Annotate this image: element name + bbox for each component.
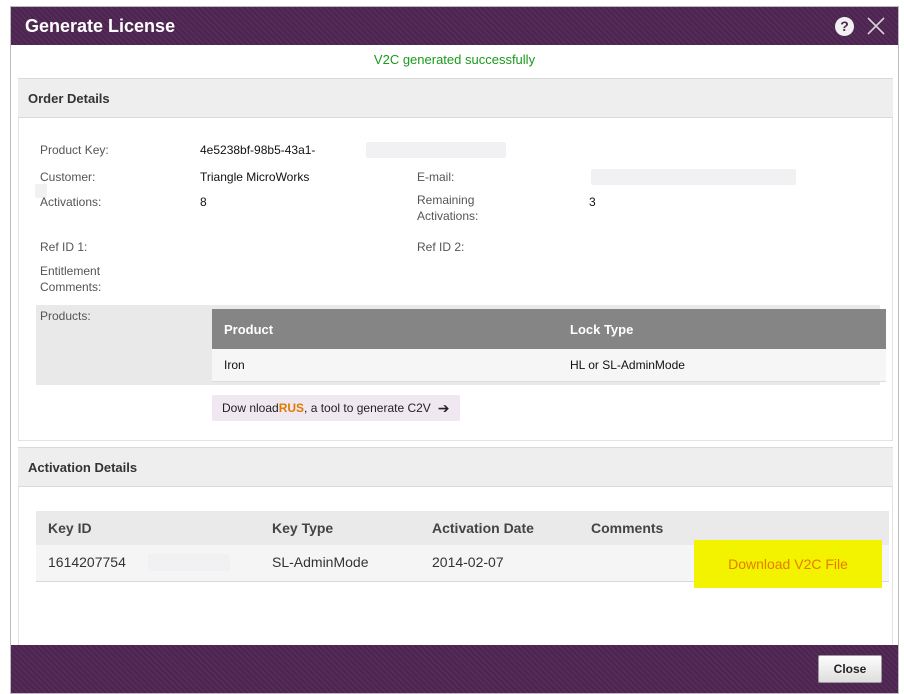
activation-date: 2014-02-07 bbox=[432, 554, 504, 570]
products-table: Product Lock Type Iron HL or SL-AdminMod… bbox=[212, 309, 886, 382]
entitlement-comments-label-line1: Entitlement bbox=[40, 264, 101, 278]
dialog-titlebar: Generate License ? bbox=[11, 7, 898, 45]
order-details-heading: Order Details bbox=[28, 91, 110, 106]
activation-details-heading: Activation Details bbox=[28, 460, 138, 475]
dialog-footer: Close bbox=[11, 645, 898, 693]
products-table-header: Product Lock Type bbox=[212, 309, 886, 349]
customer-label: Customer: bbox=[40, 170, 96, 184]
remaining-activations-value: 3 bbox=[589, 195, 596, 209]
table-row: 1614207754 SL-AdminMode 2014-02-07 Downl… bbox=[36, 540, 889, 588]
product-name: Iron bbox=[224, 358, 245, 372]
products-label: Products: bbox=[40, 309, 91, 323]
download-v2c-link[interactable]: Download V2C File bbox=[694, 540, 882, 588]
close-button[interactable]: Close bbox=[818, 655, 882, 683]
product-key-label: Product Key: bbox=[40, 143, 109, 157]
email-label: E-mail: bbox=[417, 170, 455, 184]
product-key-value: 4e5238bf-98b5-43a1- bbox=[200, 143, 316, 157]
download-rus-prefix: Dow nload bbox=[222, 401, 279, 415]
remaining-activations-label-line2: Activations: bbox=[417, 209, 479, 223]
close-icon[interactable] bbox=[864, 14, 888, 38]
download-rus-link[interactable]: Dow nload RUS , a tool to generate C2V ➔ bbox=[212, 395, 460, 421]
lock-type: HL or SL-AdminMode bbox=[570, 358, 685, 372]
status-message: V2C generated successfully bbox=[373, 52, 536, 67]
activations-value: 8 bbox=[200, 195, 207, 209]
ref-id2-label: Ref ID 2: bbox=[417, 240, 465, 254]
column-header-comments: Comments bbox=[591, 520, 664, 536]
remaining-activations-label-line1: Remaining bbox=[417, 193, 475, 207]
order-details-header: Order Details bbox=[18, 78, 893, 118]
activations-label: Activations: bbox=[40, 195, 102, 209]
order-details-body bbox=[18, 118, 893, 441]
redacted-key-id bbox=[148, 554, 230, 571]
arrow-right-icon: ➔ bbox=[437, 399, 450, 416]
activation-table: Key ID Key Type Activation Date Comments… bbox=[36, 511, 889, 588]
redacted-product-key bbox=[366, 142, 506, 158]
column-header-activation-date: Activation Date bbox=[432, 520, 534, 536]
download-rus-suffix: , a tool to generate C2V bbox=[304, 401, 431, 415]
key-id: 1614207754 bbox=[48, 554, 126, 570]
rus-link[interactable]: RUS bbox=[279, 401, 304, 415]
key-type: SL-AdminMode bbox=[272, 554, 369, 570]
column-header-lock-type: Lock Type bbox=[570, 322, 634, 337]
column-header-product: Product bbox=[224, 322, 274, 337]
ref-id1-label: Ref ID 1: bbox=[40, 240, 88, 254]
column-header-key-id: Key ID bbox=[48, 520, 92, 536]
generate-license-dialog: Generate License ? V2C generated success… bbox=[10, 6, 899, 694]
customer-value: Triangle MicroWorks bbox=[200, 170, 310, 184]
dialog-title: Generate License bbox=[25, 16, 176, 36]
table-row: Iron HL or SL-AdminMode bbox=[212, 349, 886, 382]
help-icon[interactable]: ? bbox=[835, 17, 854, 36]
activation-details-header: Activation Details bbox=[18, 447, 893, 487]
column-header-key-type: Key Type bbox=[272, 520, 334, 536]
redacted-email bbox=[591, 169, 796, 185]
entitlement-comments-label-line2: Comments: bbox=[40, 280, 102, 294]
